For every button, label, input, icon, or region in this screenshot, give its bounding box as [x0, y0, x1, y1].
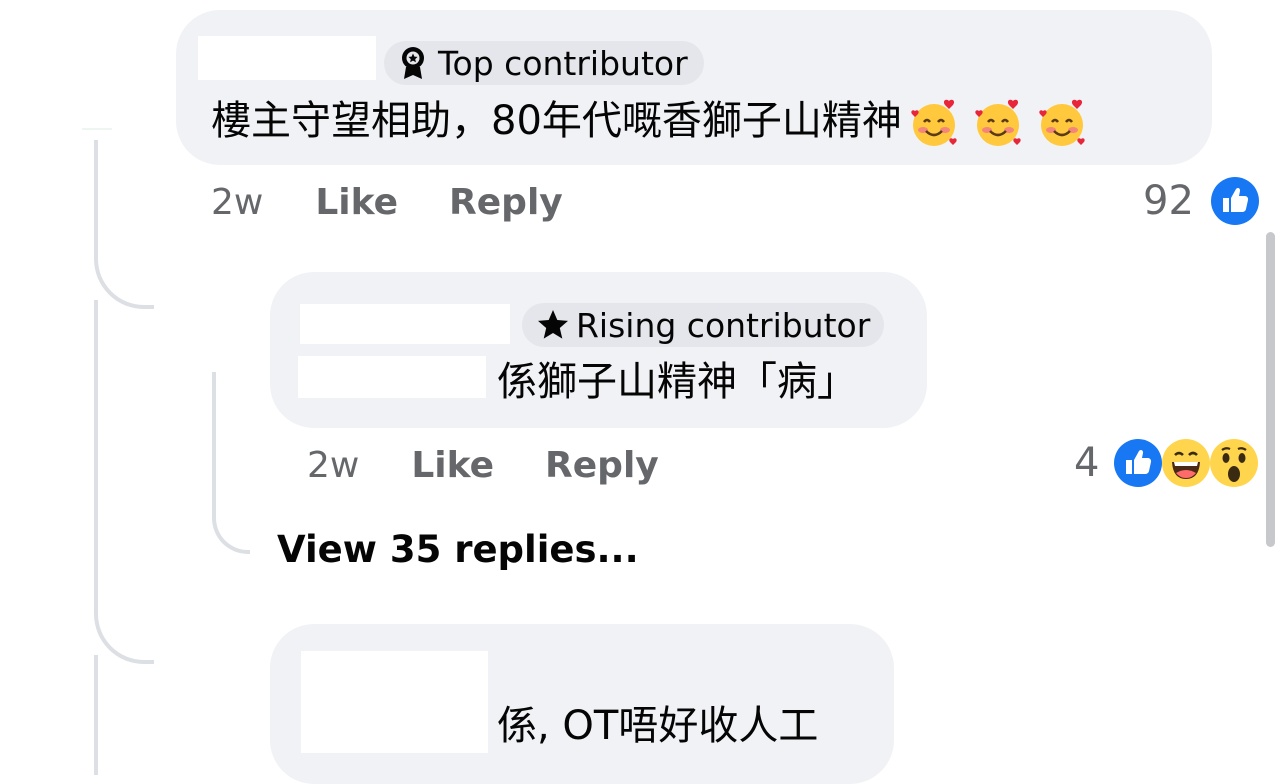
comment-text: 係, OT唔好收人工	[497, 703, 819, 749]
redacted-mention	[298, 356, 486, 398]
redacted-author-name	[198, 36, 376, 80]
comment-timestamp[interactable]: 2w	[211, 182, 263, 223]
haha-reaction-icon	[1162, 439, 1211, 487]
like-reaction-icon	[1210, 177, 1259, 225]
reply-bubble: Rising contributor 係獅子山精神「病」	[270, 272, 927, 428]
comment-timestamp[interactable]: 2w	[307, 445, 359, 486]
reply-button[interactable]: Reply	[545, 445, 659, 486]
reply-bubble: 係, OT唔好收人工	[270, 624, 894, 784]
reaction-summary[interactable]: 92	[1143, 176, 1260, 226]
reply-thread-line	[212, 372, 250, 554]
comment-actions: 2w Like Reply	[307, 445, 659, 486]
redacted-author-name	[300, 304, 510, 344]
thread-line	[94, 140, 154, 309]
redacted-author-name	[301, 651, 488, 753]
reply-button[interactable]: Reply	[449, 182, 563, 223]
rising-contributor-badge[interactable]: Rising contributor	[522, 303, 885, 347]
smiling-face-with-hearts-emoji	[911, 99, 957, 146]
like-button[interactable]: Like	[315, 182, 398, 223]
thread-line	[94, 300, 154, 664]
view-replies-link[interactable]: View 35 replies...	[277, 528, 639, 571]
wow-reaction-icon	[1210, 439, 1259, 487]
like-button[interactable]: Like	[411, 445, 494, 486]
like-reaction-icon	[1114, 439, 1163, 487]
comment-bubble: Top contributor 樓主守望相助，80年代嘅香獅子山精神	[176, 10, 1212, 165]
reaction-summary[interactable]: 4	[1074, 438, 1259, 488]
top-contributor-badge[interactable]: Top contributor	[384, 41, 704, 85]
comment-actions: 2w Like Reply	[211, 182, 563, 223]
scrollbar-thumb[interactable]	[1266, 232, 1275, 547]
smiling-face-with-hearts-emoji	[975, 99, 1021, 146]
reaction-count: 4	[1074, 440, 1100, 486]
badge-label: Top contributor	[438, 43, 688, 83]
comment-text: 係獅子山精神「病」	[497, 359, 857, 405]
thread-line-stub	[82, 128, 112, 130]
reaction-count: 92	[1143, 178, 1194, 224]
thread-line	[94, 655, 98, 775]
comment-text: 樓主守望相助，80年代嘅香獅子山精神	[211, 97, 1088, 149]
smiling-face-with-hearts-emoji	[1039, 99, 1085, 146]
award-medal-icon	[402, 47, 424, 79]
badge-label: Rising contributor	[576, 305, 871, 345]
star-icon	[538, 310, 568, 339]
